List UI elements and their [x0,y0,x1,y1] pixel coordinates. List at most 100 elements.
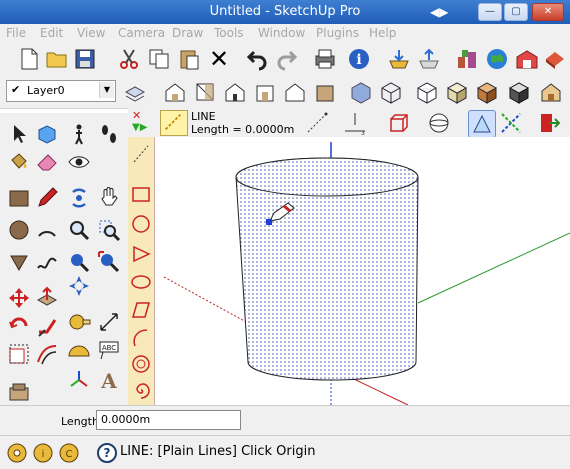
select-icon[interactable] [6,121,32,147]
protractor-icon[interactable] [66,337,92,363]
warehouse-icon[interactable] [514,46,540,72]
menu-edit[interactable]: Edit [40,26,63,40]
3d-text-icon[interactable]: A [96,367,122,393]
new-file-icon[interactable] [16,46,42,72]
extension-warehouse-icon[interactable] [542,46,568,72]
triangle-icon[interactable] [128,241,154,267]
close-button[interactable]: ✕ [532,3,564,21]
circle-fill-icon[interactable] [6,217,32,243]
parallelogram-icon[interactable] [128,297,154,323]
arc-2pt-icon[interactable] [128,325,154,351]
make-component-icon[interactable] [34,121,60,147]
menu-view[interactable]: View [77,26,105,40]
follow-me-icon[interactable] [34,313,60,339]
exit-icon[interactable] [536,110,562,136]
model-canvas[interactable] [156,137,570,405]
line-tool-icon[interactable] [160,110,188,136]
menu-tools[interactable]: Tools [214,26,244,40]
save-icon[interactable] [72,46,98,72]
look-around-eye-icon[interactable] [66,149,92,175]
axes-icon[interactable] [66,367,92,393]
get-models-icon[interactable] [386,46,412,72]
menu-plugins[interactable]: Plugins [316,26,359,40]
open-folder-icon[interactable] [44,46,70,72]
axes-tool-icon[interactable] [498,110,524,136]
xray-style-icon[interactable] [348,79,374,105]
tape-measure-icon[interactable] [66,309,92,335]
move-icon[interactable] [6,285,32,311]
zoom-icon[interactable] [66,217,92,243]
minimize-button[interactable]: — [478,3,502,21]
components-icon[interactable] [454,46,480,72]
box-3d-icon[interactable] [386,110,412,136]
push-pull-icon[interactable] [34,285,60,311]
cut-icon[interactable] [116,46,142,72]
polygon-icon[interactable] [128,351,154,377]
pan-hand-icon[interactable] [96,185,122,211]
credits-status-icon[interactable]: i [30,440,56,466]
ellipse-icon[interactable] [128,269,154,295]
arrow-down-icon[interactable]: ▼▶ [132,122,147,133]
layer-manager-icon[interactable] [122,79,148,105]
erase-icon[interactable]: ✕ [206,45,232,73]
arc-icon[interactable] [34,217,60,243]
textured-style-icon[interactable] [474,79,500,105]
iso-view-icon[interactable] [162,79,188,105]
paste-icon[interactable] [176,46,202,72]
menu-file[interactable]: File [6,26,26,40]
eraser-icon[interactable] [34,149,60,175]
undo-icon[interactable] [244,46,270,72]
geo-location-icon[interactable] [484,46,510,72]
hidden-line-style-icon[interactable] [414,79,440,105]
chevron-down-icon[interactable]: ▼ [99,82,114,98]
monochrome-style-icon[interactable] [506,79,532,105]
menu-camera[interactable]: Camera [118,26,165,40]
tab-arrows[interactable]: ◀▶ [430,5,448,19]
share-model-icon[interactable] [416,46,442,72]
previous-view-icon[interactable] [66,249,92,275]
divide-line-icon[interactable]: 3 [342,110,368,136]
zoom-window-icon[interactable] [96,217,122,243]
instructor-help-icon[interactable]: ? [94,440,120,466]
offset-icon[interactable] [34,341,60,367]
rotate-icon[interactable] [6,313,32,339]
footprints-icon[interactable] [96,121,122,147]
spiral-icon[interactable] [128,377,154,403]
model-info-icon[interactable]: i [346,46,372,72]
close-icon[interactable]: ✕ [132,109,141,122]
front-view-icon[interactable] [222,79,248,105]
scale-icon[interactable] [6,341,32,367]
vcb-input[interactable]: 0.0000m [96,410,241,430]
sphere-icon[interactable] [426,110,452,136]
redo-icon[interactable] [274,46,300,72]
signin-status-icon[interactable]: C [56,440,82,466]
circle-icon[interactable] [128,211,154,237]
top-view-icon[interactable] [192,79,218,105]
shaded-style-icon[interactable] [444,79,470,105]
house-shaded-icon[interactable] [538,79,564,105]
copy-icon[interactable] [146,46,172,72]
cylinder-model[interactable] [235,157,419,381]
polygon-fill-icon[interactable] [6,249,32,275]
line-icon[interactable] [128,141,154,167]
right-view-icon[interactable] [252,79,278,105]
freehand-icon[interactable] [34,249,60,275]
maximize-button[interactable]: ▢ [504,3,528,21]
triangle-tool-icon[interactable] [468,110,496,138]
dimension-icon[interactable] [96,309,122,335]
menu-draw[interactable]: Draw [172,26,203,40]
print-icon[interactable] [312,46,338,72]
rectangle-fill-icon[interactable] [6,185,32,211]
menu-window[interactable]: Window [258,26,305,40]
zoom-extents-icon[interactable] [96,249,122,275]
text-tool-icon[interactable]: ABC [96,337,122,363]
dashed-line-icon[interactable] [304,110,330,136]
paint-bucket-icon[interactable] [6,149,32,175]
walk-person-icon[interactable] [66,121,92,147]
back-view-icon[interactable] [282,79,308,105]
zoom-extents-all-icon[interactable] [66,273,92,299]
layer-select[interactable]: ✔ Layer0 ▼ [6,80,116,102]
left-view-icon[interactable] [312,79,338,105]
menu-help[interactable]: Help [369,26,396,40]
wireframe-style-icon[interactable] [378,79,404,105]
